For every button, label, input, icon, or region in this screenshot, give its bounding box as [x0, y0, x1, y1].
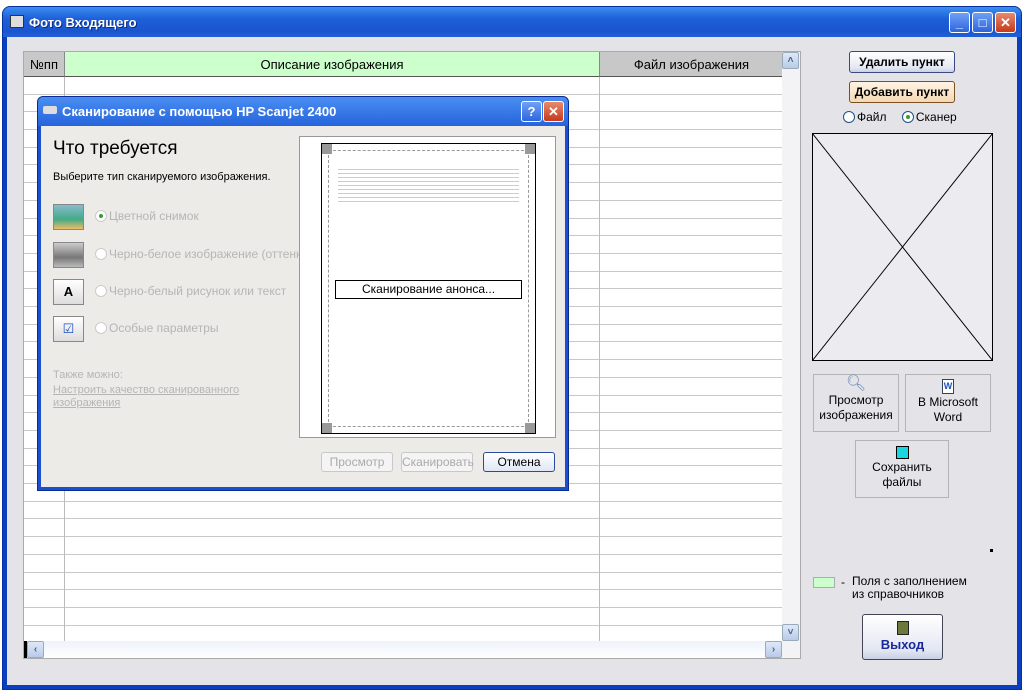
scan-button[interactable]: Сканировать [401, 452, 474, 472]
table-row[interactable] [24, 573, 784, 591]
scroll-down-button[interactable]: ˅ [782, 624, 799, 641]
dialog-heading: Что требуется [53, 138, 178, 159]
table-row[interactable] [24, 520, 784, 538]
delete-item-button[interactable]: Удалить пункт [849, 51, 955, 73]
dialog-close-button[interactable]: ✕ [543, 101, 564, 122]
scan-preview-area: Сканирование анонса... [299, 136, 556, 438]
preview-page: Сканирование анонса... [321, 143, 536, 434]
radio-file[interactable]: Файл [843, 110, 887, 124]
table-row[interactable] [24, 537, 784, 555]
add-item-button[interactable]: Добавить пункт [849, 81, 955, 103]
exit-door-icon [896, 621, 909, 635]
checklist-icon: ☑ [53, 316, 84, 342]
grayscale-photo-icon [53, 242, 84, 268]
scroll-up-button[interactable]: ˄ [782, 52, 799, 69]
legend-text: Поля с заполнением из справочников [852, 574, 967, 601]
app-icon [10, 15, 24, 28]
floppy-icon [895, 446, 909, 459]
table-row[interactable] [24, 608, 784, 626]
view-image-button[interactable]: 🔍︎ Просмотр изображения [813, 374, 899, 432]
source-radio-group: Файл Сканер [843, 110, 957, 124]
scroll-right-button[interactable]: › [765, 641, 782, 658]
maximize-button[interactable]: □ [972, 12, 993, 33]
scan-dialog: Сканирование с помощью HP Scanjet 2400 ?… [37, 96, 569, 491]
legend-swatch [813, 577, 835, 588]
dialog-title: Сканирование с помощью HP Scanjet 2400 [62, 104, 337, 119]
dialog-title-bar: Сканирование с помощью HP Scanjet 2400 ?… [38, 97, 568, 126]
exit-button[interactable]: Выход [862, 614, 943, 660]
adjust-quality-link[interactable]: Настроить качество сканированного изобра… [53, 384, 253, 410]
color-photo-icon [53, 204, 84, 230]
table-row[interactable] [24, 502, 784, 520]
scan-status: Сканирование анонса... [335, 280, 522, 299]
horizontal-scrollbar[interactable]: ‹ › [24, 641, 782, 658]
cancel-button[interactable]: Отмена [483, 452, 555, 472]
dialog-subheading: Выберите тип сканируемого изображения. [53, 171, 271, 183]
image-placeholder [812, 133, 993, 361]
magnifier-icon: 🔍︎ [845, 375, 867, 392]
column-header-file[interactable]: Файл изображения [600, 52, 784, 77]
radio-scanner[interactable]: Сканер [901, 110, 957, 124]
word-icon: W [942, 379, 954, 394]
column-header-number[interactable]: №пп [24, 52, 65, 77]
help-button[interactable]: ? [521, 101, 542, 122]
preview-button[interactable]: Просмотр [321, 452, 393, 472]
title-bar: Фото Входящего _ □ ✕ [3, 7, 1021, 37]
scanner-icon [43, 106, 57, 114]
table-row[interactable] [24, 77, 784, 95]
save-files-button[interactable]: Сохранить файлы [855, 440, 949, 498]
window-title: Фото Входящего [29, 15, 137, 30]
table-row[interactable] [24, 590, 784, 608]
bw-text-icon: A [53, 279, 84, 305]
minimize-button[interactable]: _ [949, 12, 970, 33]
scroll-left-button[interactable]: ‹ [27, 641, 44, 658]
export-word-button[interactable]: W В Microsoft Word [905, 374, 991, 432]
table-row[interactable] [24, 555, 784, 573]
vertical-scrollbar[interactable]: ˄ ˅ [782, 52, 800, 658]
close-button[interactable]: ✕ [995, 12, 1016, 33]
column-header-description[interactable]: Описание изображения [65, 52, 600, 77]
